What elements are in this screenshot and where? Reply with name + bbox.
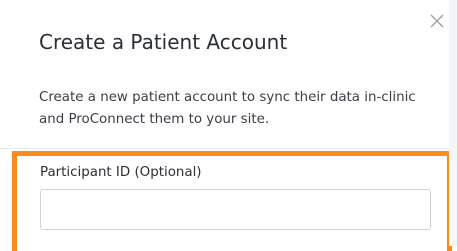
section-divider [0,148,449,149]
modal-description: Create a new patient account to sync the… [39,90,416,127]
focus-highlight [12,151,452,251]
page-background-edge [449,0,457,246]
modal-title: Create a Patient Account [39,30,288,54]
close-icon[interactable] [428,12,446,30]
